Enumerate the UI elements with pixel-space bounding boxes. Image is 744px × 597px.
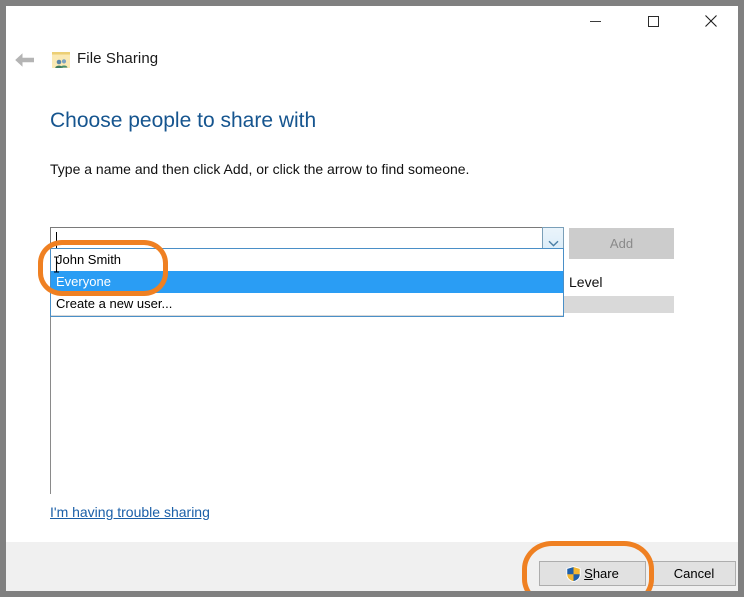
mouse-cursor-ibeam [53,256,60,273]
share-list-divider [50,313,51,494]
level-value-placeholder [563,296,674,313]
share-button[interactable]: Share [539,561,646,586]
trouble-sharing-link[interactable]: I'm having trouble sharing [50,504,210,520]
page-instructions: Type a name and then click Add, or click… [50,161,470,177]
page-title: Choose people to share with [50,109,317,132]
title-bar [6,6,738,36]
cancel-button[interactable]: Cancel [652,561,736,586]
list-item[interactable]: Everyone [51,271,563,293]
minimize-button[interactable] [572,6,618,36]
uac-shield-icon [566,565,581,582]
list-item[interactable]: Create a new user... [51,293,563,315]
maximize-button[interactable] [630,6,676,36]
close-button[interactable] [688,6,734,36]
dialog-footer: Share Cancel [6,542,738,591]
list-item[interactable]: John Smith [51,249,563,271]
list-separator [51,315,563,316]
window-title-label: File Sharing [77,50,159,67]
file-sharing-window: File Sharing Choose people to share with… [6,6,738,591]
back-arrow-icon[interactable] [10,46,40,74]
share-button-label: Share [584,566,619,581]
shared-folder-icon [50,49,72,71]
add-button[interactable]: Add [569,228,674,259]
share-label-rest: hare [592,566,619,581]
people-dropdown-list[interactable]: John Smith Everyone Create a new user... [50,248,564,317]
level-column-header: Level [569,274,603,290]
share-accel-letter: S [584,566,593,581]
